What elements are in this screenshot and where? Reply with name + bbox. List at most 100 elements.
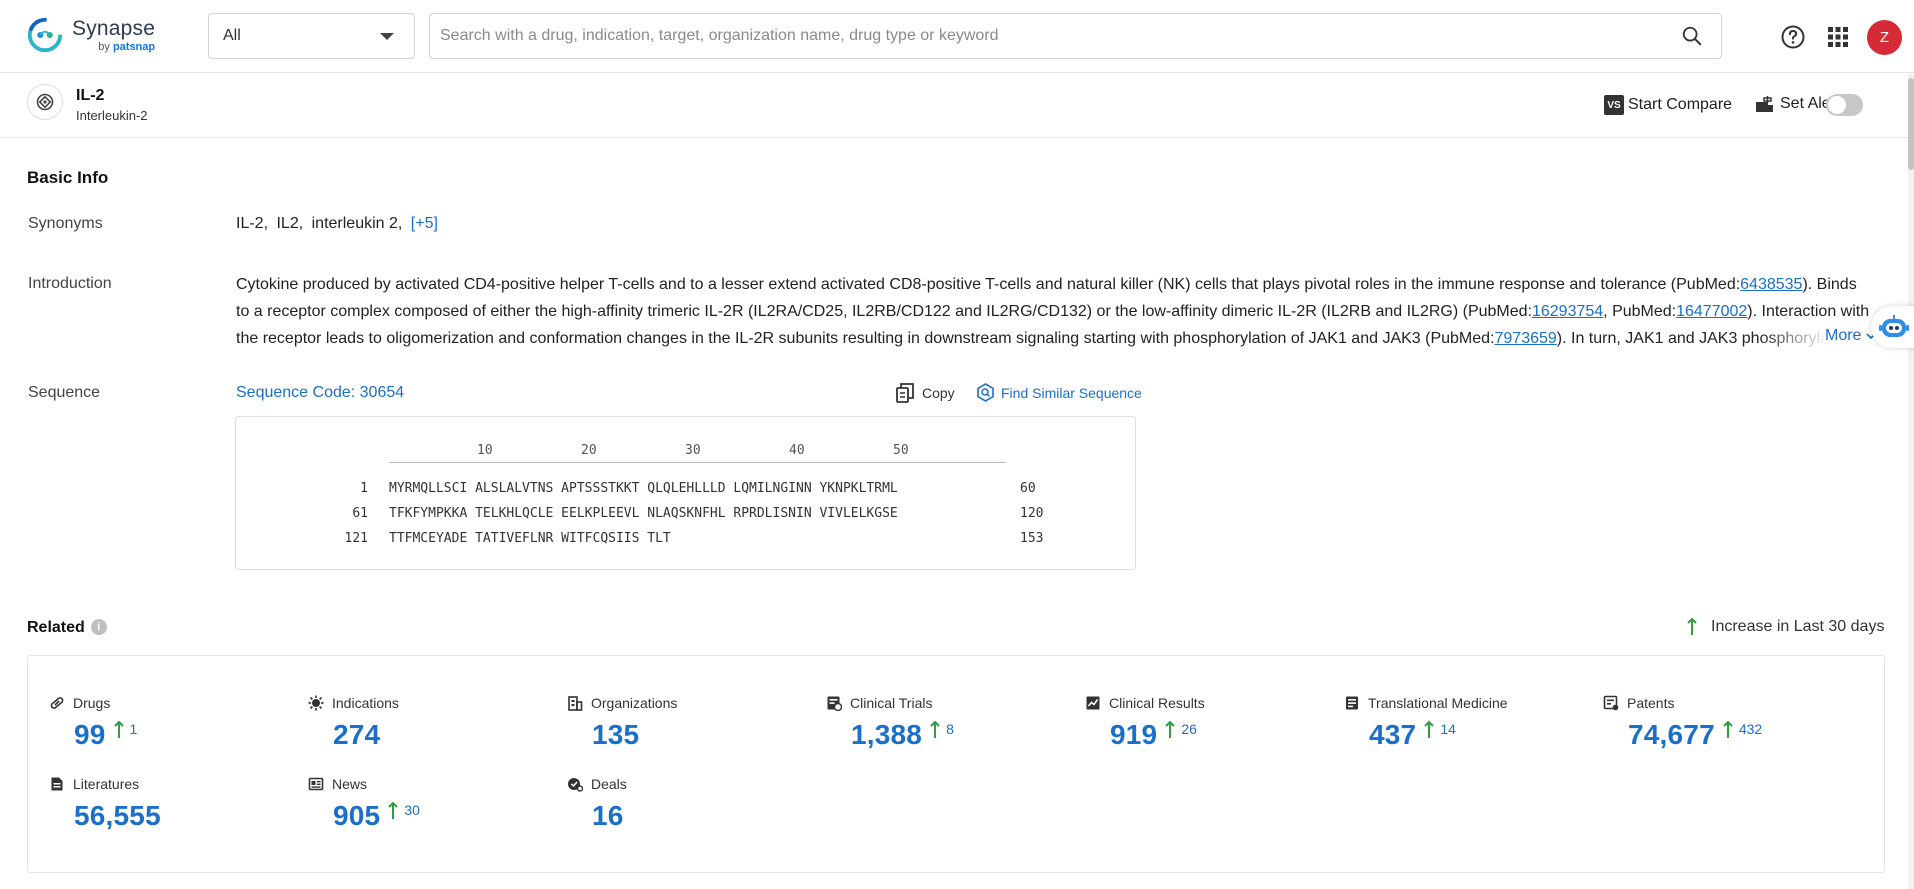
introduction-label: Introduction: [28, 275, 112, 293]
stat-label: Indications: [332, 695, 399, 711]
info-icon[interactable]: i: [91, 619, 107, 635]
stat-indications[interactable]: Indications 274: [308, 695, 399, 751]
related-stats-panel: Drugs 99 1 Indications 274 Organizations 135 Cl…: [27, 655, 1885, 873]
stat-value[interactable]: 919: [1110, 719, 1157, 751]
synonyms-label: Synonyms: [28, 215, 103, 233]
apps-grid-icon[interactable]: [1825, 24, 1851, 50]
ruler-tick: 40: [789, 443, 805, 458]
stat-label-row: News: [308, 776, 420, 792]
stat-label: Literatures: [73, 776, 139, 792]
synonym-item: interleukin 2,: [312, 215, 403, 232]
stat-label-row: Drugs: [49, 695, 137, 711]
intro-more-label: More: [1825, 327, 1861, 344]
stat-label-row: Clinical Trials: [826, 695, 954, 711]
find-similar-label: Find Similar Sequence: [1001, 385, 1142, 401]
intro-text-part: Cytokine produced by activated CD4-posit…: [236, 276, 1740, 293]
stat-value[interactable]: 56,555: [74, 800, 161, 832]
target-name: IL-2: [76, 87, 104, 105]
find-similar-sequence-button[interactable]: Find Similar Sequence: [976, 383, 1142, 402]
stat-label: News: [332, 776, 367, 792]
arrow-up-icon: [930, 721, 940, 739]
logo-brand: patsnap: [113, 41, 155, 53]
stat-label: Patents: [1627, 695, 1674, 711]
synonym-item: IL-2,: [236, 215, 268, 232]
stat-label: Deals: [591, 776, 627, 792]
stat-news[interactable]: News 905 30: [308, 776, 420, 832]
basic-info-title: Basic Info: [27, 168, 108, 188]
search-icon[interactable]: [1681, 25, 1703, 47]
stat-increase-value[interactable]: 8: [946, 721, 954, 737]
page-scrollbar-track[interactable]: [1908, 74, 1914, 889]
sequence-residues: TFKFYMPKKA TELKHLQCLE EELKPLEEVL NLAQSKN…: [389, 506, 898, 521]
stat-increase-value[interactable]: 432: [1739, 721, 1762, 737]
deals-icon: [567, 776, 583, 792]
copy-label: Copy: [922, 385, 955, 401]
stat-value-row: 74,677 432: [1628, 719, 1762, 751]
sequence-line-end: 120: [1020, 506, 1043, 521]
help-icon[interactable]: [1780, 24, 1806, 50]
caret-down-icon: [380, 33, 394, 40]
stat-label: Organizations: [591, 695, 677, 711]
stat-organizations[interactable]: Organizations 135: [567, 695, 677, 751]
copy-sequence-button[interactable]: Copy: [896, 383, 955, 403]
stat-value-row: 56,555: [74, 800, 161, 832]
translational-icon: [1344, 695, 1360, 711]
search-input[interactable]: [440, 27, 1681, 45]
compare-icon: VS: [1604, 95, 1624, 115]
stat-value[interactable]: 99: [74, 719, 106, 751]
synonyms-list: IL-2, IL2, interleukin 2, [+5]: [236, 215, 442, 233]
stat-patents[interactable]: Patents 74,677 432: [1603, 695, 1762, 751]
start-compare-label: Start Compare: [1628, 96, 1732, 114]
stat-increase: 26: [1165, 721, 1197, 739]
stat-label: Clinical Results: [1109, 695, 1205, 711]
stat-value[interactable]: 274: [333, 719, 380, 751]
stat-increase-value[interactable]: 30: [404, 802, 420, 818]
user-avatar[interactable]: Z: [1867, 20, 1902, 55]
top-navigation-bar: Synapse by patsnap All Z: [0, 0, 1914, 73]
stat-clinical-trials[interactable]: Clinical Trials 1,388 8: [826, 695, 954, 751]
search-scope-value: All: [223, 27, 241, 45]
sequence-code-link[interactable]: Sequence Code: 30654: [236, 384, 404, 402]
sequence-line-end: 153: [1020, 531, 1043, 546]
pubmed-link[interactable]: 7973659: [1495, 330, 1557, 347]
related-title: Relatedi: [27, 619, 107, 637]
sequence-line-end: 60: [1020, 481, 1036, 496]
stat-increase-value[interactable]: 26: [1181, 721, 1197, 737]
stat-value[interactable]: 905: [333, 800, 380, 832]
page-scrollbar-thumb[interactable]: [1908, 78, 1914, 170]
stat-value[interactable]: 1,388: [851, 719, 922, 751]
stat-label: Drugs: [73, 695, 110, 711]
clinical-results-icon: [1085, 695, 1101, 711]
start-compare-button[interactable]: VS Start Compare: [1604, 95, 1732, 115]
stat-increase-value[interactable]: 14: [1440, 721, 1456, 737]
patent-icon: [1603, 695, 1619, 711]
stat-translational-medicine[interactable]: Translational Medicine 437 14: [1344, 695, 1508, 751]
assistant-bot-button[interactable]: [1871, 306, 1914, 348]
search-scope-select[interactable]: All: [208, 13, 415, 59]
synonyms-more-link[interactable]: [+5]: [411, 215, 438, 232]
stat-label-row: Organizations: [567, 695, 677, 711]
pubmed-link[interactable]: 16477002: [1676, 303, 1747, 320]
stat-increase-value[interactable]: 1: [130, 721, 138, 737]
stat-value[interactable]: 437: [1369, 719, 1416, 751]
intro-more-link[interactable]: More: [1823, 327, 1876, 345]
stat-drugs[interactable]: Drugs 99 1: [49, 695, 137, 751]
stat-value-row: 16: [592, 800, 627, 832]
stat-value[interactable]: 135: [592, 719, 639, 751]
target-icon: [27, 84, 63, 120]
stat-literatures[interactable]: Literatures 56,555: [49, 776, 161, 832]
sequence-ruler: 10 20 30 40 50: [389, 443, 1006, 463]
sequence-line: 1 MYRMQLLSCI ALSLALVTNS APTSSSTKKT QLQLE…: [236, 481, 1136, 501]
sequence-line-start: 61: [352, 506, 368, 521]
stat-value[interactable]: 74,677: [1628, 719, 1715, 751]
stat-clinical-results[interactable]: Clinical Results 919 26: [1085, 695, 1205, 751]
stat-label-row: Clinical Results: [1085, 695, 1205, 711]
stat-value[interactable]: 16: [592, 800, 624, 832]
stat-label-row: Translational Medicine: [1344, 695, 1508, 711]
pubmed-link[interactable]: 6438535: [1740, 276, 1802, 293]
pubmed-link[interactable]: 16293754: [1532, 303, 1603, 320]
alert-icon: [1755, 96, 1774, 113]
stat-deals[interactable]: Deals 16: [567, 776, 627, 832]
synapse-logo[interactable]: Synapse by patsnap: [26, 16, 155, 54]
set-alert-toggle[interactable]: [1826, 94, 1863, 116]
